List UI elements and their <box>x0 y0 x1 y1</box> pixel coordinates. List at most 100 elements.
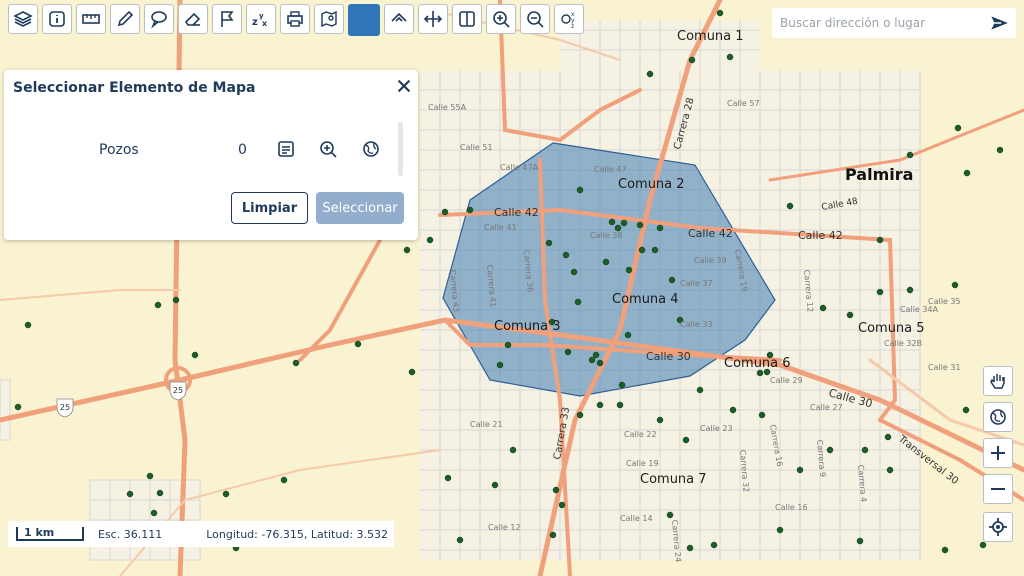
street-label-small: Calle 35 <box>928 297 961 306</box>
panel-title: Seleccionar Elemento de Mapa <box>13 80 256 96</box>
street-label-small: Calle 55A <box>428 103 467 112</box>
street-label-small: Calle 47A <box>500 163 539 172</box>
ruler-icon <box>82 14 100 24</box>
route-shield-25: 25 <box>169 381 187 401</box>
street-label-small: Calle 41 <box>484 223 517 232</box>
color-picker-button[interactable] <box>348 4 380 36</box>
layer-count: 0 <box>238 142 247 158</box>
street-label-small: Calle 21 <box>470 420 503 429</box>
street-label-small: Calle 51 <box>460 143 493 152</box>
crosshair-icon <box>989 518 1007 536</box>
svg-text:25: 25 <box>173 386 183 395</box>
street-label-small: Calle 38 <box>590 231 623 240</box>
close-button[interactable] <box>392 74 416 98</box>
zoom-out-button[interactable] <box>983 474 1013 504</box>
zoom-out-tool-button[interactable] <box>520 4 550 34</box>
label-comuna-3: Comuna 3 <box>494 319 561 334</box>
street-label-small: Calle 23 <box>700 424 733 433</box>
locate-button[interactable] <box>983 512 1013 542</box>
pencil-icon <box>117 10 134 27</box>
select-button[interactable]: Seleccionar <box>316 192 404 224</box>
comment-button[interactable] <box>144 4 174 34</box>
route-shield-25b: 25 <box>56 398 74 418</box>
street-label-small: Calle 33 <box>680 320 713 329</box>
map-pin-button[interactable] <box>314 4 344 34</box>
flag-button[interactable] <box>212 4 242 34</box>
street-label-small: Calle 57 <box>727 99 760 108</box>
label-comuna-5: Comuna 5 <box>858 321 925 336</box>
street-label-small: Calle 29 <box>770 376 803 385</box>
zoom-in-icon <box>493 11 510 28</box>
street-label: Calle 42 <box>688 227 733 240</box>
draw-button[interactable] <box>110 4 140 34</box>
print-button[interactable] <box>280 4 310 34</box>
erase-button[interactable] <box>178 4 208 34</box>
coordinates-button[interactable]: xyz <box>554 4 584 34</box>
street-label: Calle 42 <box>494 206 539 219</box>
send-icon[interactable] <box>988 12 1010 34</box>
hand-icon <box>990 374 1005 389</box>
svg-text:x: x <box>262 19 268 28</box>
hide-toolbar-button[interactable] <box>384 4 414 34</box>
street-label-small: Calle 32B <box>884 339 922 348</box>
swipe-button[interactable] <box>418 4 448 34</box>
globe-icon <box>990 409 1006 425</box>
zoom-in-button[interactable] <box>983 438 1013 468</box>
globe-button[interactable] <box>983 402 1013 432</box>
map-toolbar: zyx xyz <box>8 4 584 36</box>
speech-bubble-icon <box>151 11 167 29</box>
layers-button[interactable] <box>8 4 38 34</box>
svg-text:z: z <box>571 23 574 29</box>
arrows-horizontal-icon <box>423 11 443 27</box>
map-pin-icon <box>321 10 337 28</box>
split-view-button[interactable] <box>452 4 482 34</box>
zxy-icon: zyx <box>252 12 268 28</box>
street-label-small: Calle 47 <box>594 165 627 174</box>
xyz-coordinate-icon: xyz <box>561 11 575 29</box>
street-label: Calle 42 <box>798 229 843 242</box>
info-icon <box>49 11 65 27</box>
street-label-small: Calle 16 <box>775 503 808 512</box>
svg-text:25: 25 <box>60 403 70 412</box>
street-label: Calle 30 <box>646 350 691 363</box>
globe-icon <box>363 141 379 157</box>
search-input[interactable] <box>778 15 988 31</box>
measure-button[interactable] <box>76 4 106 34</box>
flag-icon <box>221 11 234 27</box>
street-label-small: Calle 34A <box>900 305 939 314</box>
layer-globe-button[interactable] <box>360 138 382 160</box>
clear-button[interactable]: Limpiar <box>231 192 308 224</box>
svg-text:z: z <box>252 17 258 28</box>
street-label-small: Calle 14 <box>620 514 653 523</box>
list-icon <box>278 141 294 157</box>
street-label-small: Calle 39 <box>694 256 727 265</box>
split-icon <box>459 11 475 27</box>
plus-icon <box>991 446 1005 460</box>
collapse-icon <box>391 12 407 22</box>
scale-text: Esc. 36.111 <box>98 527 163 541</box>
label-comuna-2: Comuna 2 <box>618 177 685 192</box>
xyz-button[interactable]: zyx <box>246 4 276 34</box>
layers-icon <box>13 11 33 27</box>
zoom-out-icon <box>527 11 544 28</box>
label-comuna-6: Comuna 6 <box>724 356 791 371</box>
coordinates-text: Longitud: -76.315, Latitud: 3.532 <box>206 527 389 541</box>
layer-name: Pozos <box>99 142 139 158</box>
street-label-small: Calle 31 <box>928 363 961 372</box>
zoom-in-tool-button[interactable] <box>486 4 516 34</box>
panel-scrollbar[interactable] <box>398 122 403 176</box>
attribute-table-button[interactable] <box>275 138 297 160</box>
pan-button[interactable] <box>983 366 1013 396</box>
printer-icon <box>287 11 303 27</box>
street-label-small: Calle 22 <box>624 430 657 439</box>
zoom-to-layer-button[interactable] <box>317 138 339 160</box>
street-label-small: Calle 37 <box>680 279 713 288</box>
city-label: Palmira <box>845 165 913 184</box>
info-button[interactable] <box>42 4 72 34</box>
street-label-small: Calle 27 <box>810 403 843 412</box>
status-bar: 1 km Esc. 36.111 Longitud: -76.315, Lati… <box>8 521 394 547</box>
scale-bar: 1 km <box>16 527 84 541</box>
select-feature-panel: Seleccionar Elemento de Mapa Pozos 0 Lim… <box>4 70 418 240</box>
eraser-icon <box>184 12 201 26</box>
close-icon <box>397 79 411 93</box>
